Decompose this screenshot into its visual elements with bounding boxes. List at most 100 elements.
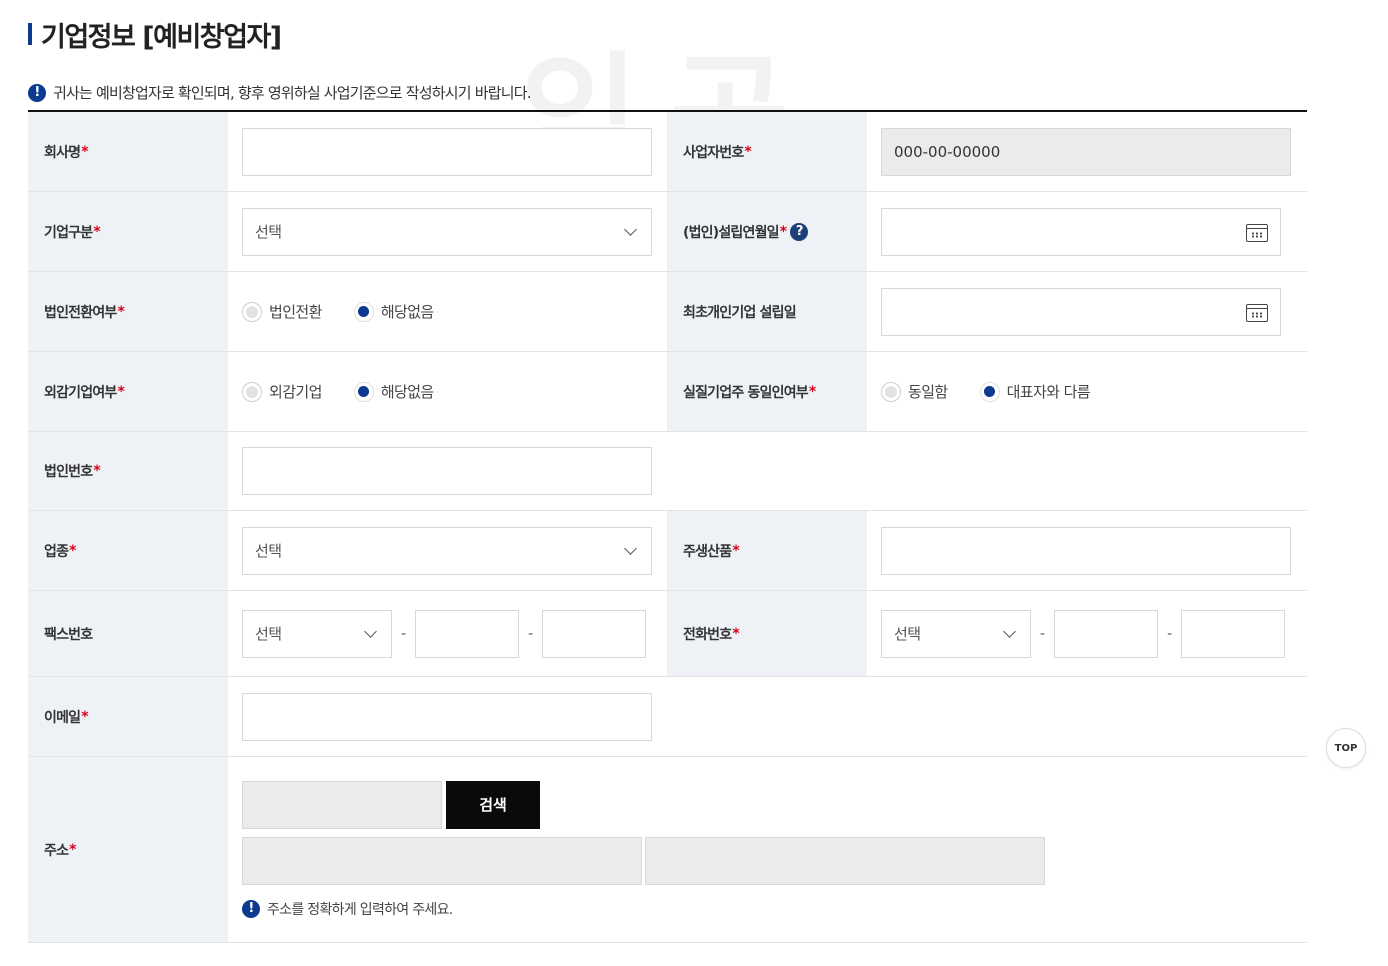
company-name-input[interactable]	[242, 127, 652, 176]
main-product-label: 주생산품 *	[667, 511, 867, 590]
radio-unchecked-icon	[242, 301, 262, 322]
main-product-cell	[867, 511, 1307, 590]
chevron-down-icon	[1003, 624, 1016, 638]
company-type-cell: 선택	[228, 192, 667, 271]
radio-same[interactable]: 동일함	[881, 381, 948, 402]
main-product-input[interactable]	[881, 526, 1291, 575]
address-note: ! 주소를 정확하게 입력하여 주세요.	[242, 899, 453, 919]
radio-not-applicable[interactable]: 해당없음	[353, 381, 434, 402]
establish-date-input[interactable]	[881, 207, 1281, 256]
fax-cell: 선택 - -	[228, 591, 667, 676]
company-type-value: 선택	[255, 223, 282, 241]
company-type-label: 기업구분 *	[28, 192, 228, 271]
info-icon: !	[242, 899, 260, 918]
separator-dash: -	[401, 625, 407, 642]
phone-cell: 선택 - -	[867, 591, 1307, 676]
external-audit-radio-group: 외감기업 해당없음	[242, 381, 466, 402]
radio-external-audit[interactable]: 외감기업	[242, 381, 322, 402]
separator-dash: -	[1167, 625, 1173, 642]
first-personal-date-cell	[867, 272, 1307, 351]
industry-value: 선택	[255, 542, 282, 560]
zipcode-field	[242, 780, 442, 829]
chevron-down-icon	[364, 624, 377, 638]
corp-conversion-label: 법인전환여부 *	[28, 272, 228, 351]
page-title-area: 기업정보 [예비창업자]	[28, 16, 282, 53]
first-personal-date-label: 최초개인기업 설립일	[667, 272, 867, 351]
first-personal-date-input[interactable]	[881, 287, 1281, 336]
address-note-text: 주소를 정확하게 입력하여 주세요.	[267, 901, 453, 918]
external-audit-label: 외감기업여부 *	[28, 352, 228, 431]
address-detail-field[interactable]	[645, 836, 1045, 885]
chevron-down-icon	[624, 541, 637, 555]
radio-not-applicable[interactable]: 해당없음	[353, 301, 434, 322]
phone-last-input[interactable]	[1181, 609, 1286, 658]
company-type-select[interactable]: 선택	[242, 207, 652, 256]
email-input[interactable]	[242, 692, 652, 741]
radio-different[interactable]: 대표자와 다름	[979, 381, 1091, 402]
title-accent-bar	[28, 23, 32, 45]
email-cell	[228, 677, 1307, 756]
separator-dash: -	[1040, 625, 1046, 642]
address-cell: 검색 ! 주소를 정확하게 입력하여 주세요.	[228, 757, 1307, 942]
notice-message: ! 귀사는 예비창업자로 확인되며, 향후 영위하실 사업기준으로 작성하시기 …	[28, 82, 532, 103]
form-row: 기업구분 * 선택 (법인)설립연월일 * ?	[28, 192, 1307, 272]
radio-checked-icon	[979, 381, 1000, 402]
establish-date-label: (법인)설립연월일 * ?	[667, 192, 867, 271]
address-detail-row	[242, 836, 1045, 885]
corp-conversion-radio-group: 법인전환 해당없음	[242, 301, 466, 322]
establish-date-cell	[867, 192, 1307, 271]
chevron-down-icon	[624, 222, 637, 236]
calendar-icon[interactable]	[1246, 223, 1268, 242]
industry-cell: 선택	[228, 511, 667, 590]
phone-prefix-select[interactable]: 선택	[881, 609, 1031, 658]
owner-same-cell: 동일함 대표자와 다름	[867, 352, 1307, 431]
page-title: 기업정보 [예비창업자]	[41, 21, 282, 53]
company-name-cell	[228, 112, 667, 191]
business-number-field: 000-00-00000	[881, 127, 1291, 176]
fax-prefix-value: 선택	[255, 625, 282, 643]
calendar-icon[interactable]	[1246, 303, 1268, 322]
form-row: 법인전환여부 * 법인전환 해당없음 최초개인기업 설립일	[28, 272, 1307, 352]
address-label: 주소 *	[28, 757, 228, 942]
fax-last-input[interactable]	[542, 609, 647, 658]
company-info-form: 회사명 * 사업자번호 * 000-00-00000 기업구분 * 선택 (법인)설립…	[28, 110, 1307, 943]
corp-number-label: 법인번호 *	[28, 432, 228, 510]
industry-select[interactable]: 선택	[242, 526, 652, 575]
radio-unchecked-icon	[242, 381, 262, 402]
email-label: 이메일 *	[28, 677, 228, 756]
company-name-label: 회사명 *	[28, 112, 228, 191]
form-row: 업종 * 선택 주생산품 *	[28, 511, 1307, 591]
business-number-label: 사업자번호 *	[667, 112, 867, 191]
address-zip-row: 검색	[242, 780, 540, 829]
address-search-button[interactable]: 검색	[446, 780, 540, 829]
owner-same-label: 실질기업주 동일인여부 *	[667, 352, 867, 431]
address-main-field	[242, 836, 642, 885]
radio-corp-conversion[interactable]: 법인전환	[242, 301, 322, 322]
form-row: 외감기업여부 * 외감기업 해당없음 실질기업주 동일인여부 * 동일함 대표자와 …	[28, 352, 1307, 432]
business-number-cell: 000-00-00000	[867, 112, 1307, 191]
radio-checked-icon	[353, 301, 374, 322]
notice-text: 귀사는 예비창업자로 확인되며, 향후 영위하실 사업기준으로 작성하시기 바랍…	[53, 84, 532, 102]
form-row: 팩스번호 선택 - - 전화번호 * 선택 - -	[28, 591, 1307, 677]
separator-dash: -	[528, 625, 534, 642]
corp-conversion-cell: 법인전환 해당없음	[228, 272, 667, 351]
phone-prefix-value: 선택	[894, 625, 921, 643]
info-icon: !	[28, 83, 46, 102]
form-row: 주소 * 검색 ! 주소를 정확하게 입력하여 주세요.	[28, 757, 1307, 943]
form-row: 법인번호 *	[28, 432, 1307, 511]
help-icon[interactable]: ?	[790, 222, 809, 241]
phone-mid-input[interactable]	[1054, 609, 1159, 658]
form-row: 이메일 *	[28, 677, 1307, 757]
radio-unchecked-icon	[881, 381, 901, 402]
scroll-top-button[interactable]: TOP	[1326, 728, 1366, 768]
corp-number-input[interactable]	[242, 447, 652, 495]
fax-prefix-select[interactable]: 선택	[242, 609, 392, 658]
external-audit-cell: 외감기업 해당없음	[228, 352, 667, 431]
radio-checked-icon	[353, 381, 374, 402]
phone-label: 전화번호 *	[667, 591, 867, 676]
fax-mid-input[interactable]	[415, 609, 520, 658]
corp-number-cell	[228, 432, 1307, 510]
fax-label: 팩스번호	[28, 591, 228, 676]
form-row: 회사명 * 사업자번호 * 000-00-00000	[28, 112, 1307, 192]
industry-label: 업종 *	[28, 511, 228, 590]
